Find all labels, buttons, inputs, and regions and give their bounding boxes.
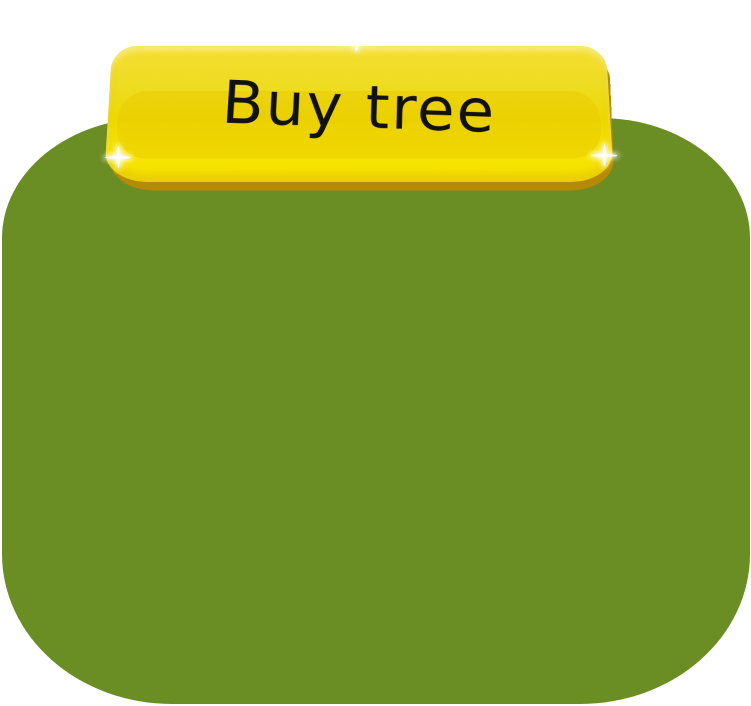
sparkle-icon <box>105 144 131 170</box>
sparkle-icon <box>591 142 617 168</box>
dialog-panel <box>2 118 750 704</box>
sparkle-icon <box>343 27 369 53</box>
title-banner: Buy tree <box>104 45 614 182</box>
buy-tree-dialog: Buy tree <box>0 0 751 706</box>
